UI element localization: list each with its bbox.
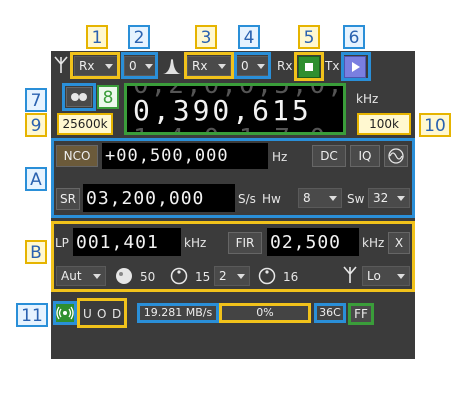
chevron-down-icon [397, 196, 405, 201]
frame-1 [70, 52, 120, 79]
callout-8: 8 [97, 85, 119, 109]
callout-2: 2 [128, 25, 150, 49]
antenna-icon [343, 266, 357, 283]
streaming-status-indicator [53, 301, 77, 325]
gain-mode-select[interactable]: Aut [56, 266, 106, 286]
frame-3 [184, 52, 234, 79]
overflow-indicator: O [97, 307, 107, 321]
mixer-gain-value: 2 [219, 269, 227, 283]
hw-decimation-select[interactable]: 8 [298, 188, 342, 208]
chevron-down-icon [329, 196, 337, 201]
pga-knob-icon[interactable] [258, 267, 276, 285]
center-frequency-dial[interactable]: 0,2,0,0,5,0,4 0,390,615 1,4,0,1,7,0,6 [124, 83, 346, 135]
gain-knob-icon[interactable] [115, 267, 133, 285]
pga-value: 16 [283, 270, 299, 284]
callout-7: 7 [25, 88, 47, 112]
lna-knob-icon[interactable] [170, 267, 188, 285]
frame-6 [341, 52, 371, 81]
buffer-progress-text: 0% [256, 306, 274, 319]
callout-4: 4 [238, 25, 260, 49]
lowpass-label: LP [55, 236, 69, 250]
dc-correction-button[interactable]: DC [312, 145, 346, 167]
sample-rate-badge: 25600k [57, 113, 113, 135]
hw-decimation-label: Hw [262, 192, 281, 206]
sw-decimation-label: Sw [347, 192, 365, 206]
rx-label: Rx [277, 59, 293, 73]
frame-2 [121, 52, 158, 79]
frame-4 [234, 52, 271, 79]
sw-decimation-value: 32 [373, 191, 389, 205]
dropped-indicator: D [112, 307, 122, 321]
sample-rate-dial[interactable]: 03,200,000 [83, 184, 235, 212]
fir-bandwidth-unit: kHz [362, 236, 385, 250]
sample-rate-unit: S/s [238, 192, 256, 206]
temperature-display: 36C [314, 303, 346, 323]
sine-icon [388, 148, 404, 164]
fir-toggle[interactable]: FIR [228, 232, 262, 254]
frame-5 [294, 52, 324, 81]
lowpass-value: 001,401 [76, 232, 159, 253]
frequency-ghost-bottom: 1,4,0,1,7,0,6 [133, 124, 343, 132]
broadcast-icon [56, 306, 74, 320]
nco-dial[interactable]: +00,500,000 [102, 143, 268, 169]
hw-decimation-value: 8 [303, 191, 311, 205]
sample-rate-value: 03,200,000 [86, 188, 205, 209]
callout-5: 5 [298, 25, 320, 49]
frame-7 [62, 83, 96, 111]
callout-a: A [25, 167, 47, 191]
nco-toggle[interactable]: NCO [56, 145, 98, 167]
mixer-gain-select[interactable]: 2 [214, 266, 250, 286]
chevron-down-icon [93, 274, 101, 279]
sample-rate-mode-button[interactable]: SR [56, 188, 80, 210]
iq-imbalance-button[interactable] [384, 145, 408, 167]
stream-rate-display: 19.281 MB/s [137, 303, 219, 323]
tx-label: Tx [325, 59, 340, 73]
callout-3: 3 [195, 25, 217, 49]
nco-value: +00,500,000 [105, 146, 229, 166]
callout-9: 9 [25, 113, 47, 137]
fir-bandwidth-dial[interactable]: 02,500 [267, 228, 359, 256]
lna-value: 15 [195, 270, 211, 284]
antenna-path-select[interactable]: Lo [362, 266, 410, 286]
frequency-unit: kHz [356, 92, 379, 106]
chevron-down-icon [397, 274, 405, 279]
center-frequency-value: 0,390,615 [133, 94, 312, 127]
antenna-icon [54, 56, 68, 73]
iq-correction-button[interactable]: IQ [350, 145, 380, 167]
buffer-progress-bar: 0% [219, 303, 311, 323]
callout-1: 1 [86, 25, 108, 49]
fir-bandwidth-value: 02,500 [270, 232, 342, 253]
spectrum-icon [163, 59, 181, 74]
underflow-indicator: U [83, 307, 92, 321]
frequency-step-badge[interactable]: 100k [357, 113, 411, 135]
nco-unit: Hz [272, 150, 288, 164]
lowpass-dial[interactable]: 001,401 [73, 228, 181, 256]
antenna-path-value: Lo [367, 269, 381, 283]
gain-mode-value: Aut [61, 269, 82, 283]
ff-button[interactable]: FF [348, 303, 374, 325]
callout-6: 6 [343, 25, 365, 49]
sw-decimation-select[interactable]: 32 [368, 188, 410, 208]
gain-value: 50 [140, 270, 156, 284]
chevron-down-icon [237, 274, 245, 279]
callout-10: 10 [419, 113, 451, 137]
callout-b: B [25, 240, 47, 264]
fir-close-button[interactable]: X [388, 232, 410, 254]
lowpass-unit: kHz [184, 236, 207, 250]
callout-11: 11 [16, 303, 48, 327]
